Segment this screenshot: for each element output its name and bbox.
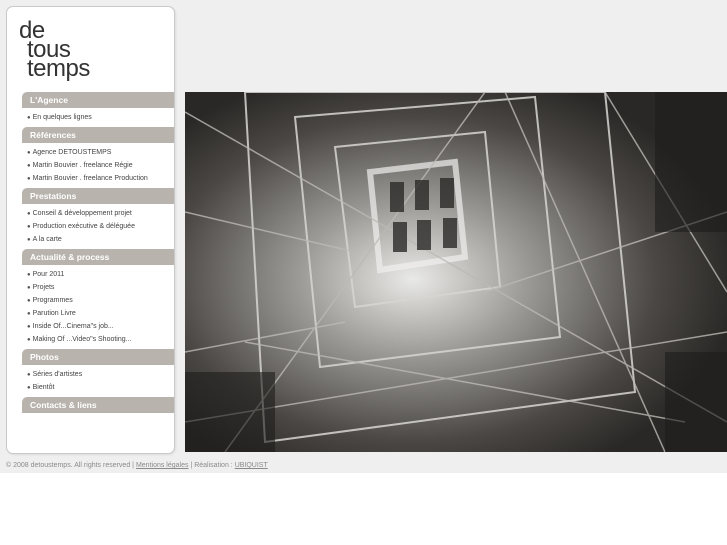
bullet-icon: ● [27, 150, 31, 156]
nav-section-header[interactable]: L'Agence [22, 92, 174, 108]
nav-item[interactable]: ● Projets [22, 281, 174, 294]
mentions-legales-link[interactable]: Mentions légales [136, 462, 189, 469]
nav-section-agence: L'Agence ● En quelques lignes [22, 92, 174, 127]
bullet-icon: ● [27, 337, 31, 343]
bullet-icon: ● [27, 211, 31, 217]
nav-section-header[interactable]: Références [22, 127, 174, 143]
hero-photo [185, 92, 727, 452]
bullet-icon: ● [27, 272, 31, 278]
nav-section-prestations: Prestations ● Conseil & développement pro… [22, 188, 174, 249]
nav-item[interactable]: ● En quelques lignes [22, 111, 174, 124]
nav-item[interactable]: ● Martin Bouvier . freelance Production [22, 172, 174, 185]
nav-section-photos: Photos ● Séries d'artistes ● Bientôt [22, 349, 174, 397]
bullet-icon: ● [27, 176, 31, 182]
nav-item[interactable]: ● Inside Of...Cinema"s job... [22, 320, 174, 333]
nav-section-actualite: Actualité & process ● Pour 2011 ● Projets … [22, 249, 174, 349]
nav-section-header[interactable]: Prestations [22, 188, 174, 204]
nav-item[interactable]: ● A la carte [22, 233, 174, 246]
nav-item[interactable]: ● Martin Bouvier . freelance Régie [22, 159, 174, 172]
main-nav: L'Agence ● En quelques lignes Références … [22, 92, 174, 415]
bullet-icon: ● [27, 224, 31, 230]
bullet-icon: ● [27, 115, 31, 121]
logo[interactable]: de tous temps [19, 19, 109, 91]
nav-item[interactable]: ● Making Of ...Video"s Shooting... [22, 333, 174, 346]
bullet-icon: ● [27, 285, 31, 291]
nav-section-references: Références ● Agence DETOUSTEMPS ● Martin B… [22, 127, 174, 188]
nav-item[interactable]: ● Séries d'artistes [22, 368, 174, 381]
nav-item[interactable]: ● Production exécutive & déléguée [22, 220, 174, 233]
copyright-text: © 2008 detoustemps. All rights reserved … [6, 462, 134, 469]
bullet-icon: ● [27, 298, 31, 304]
bullet-icon: ● [27, 324, 31, 330]
nav-item[interactable]: ● Agence DETOUSTEMPS [22, 146, 174, 159]
realisation-label: | Réalisation : [190, 462, 233, 469]
nav-section-contacts: Contacts & liens [22, 397, 174, 413]
nav-section-header[interactable]: Actualité & process [22, 249, 174, 265]
bullet-icon: ● [27, 163, 31, 169]
nav-item[interactable]: ● Programmes [22, 294, 174, 307]
logo-line-3: temps [27, 55, 90, 82]
bullet-icon: ● [27, 237, 31, 243]
nav-item[interactable]: ● Parution Livre [22, 307, 174, 320]
nav-item[interactable]: ● Bientôt [22, 381, 174, 394]
ubiquist-link[interactable]: UBIQUIST [235, 462, 268, 469]
footer: © 2008 detoustemps. All rights reserved … [6, 462, 268, 469]
nav-item[interactable]: ● Pour 2011 [22, 268, 174, 281]
scaffolding-photo-image [185, 92, 727, 452]
nav-section-header[interactable]: Contacts & liens [22, 397, 174, 413]
sidebar: de tous temps L'Agence ● En quelques lign… [6, 6, 175, 454]
bullet-icon: ● [27, 385, 31, 391]
nav-section-header[interactable]: Photos [22, 349, 174, 365]
bullet-icon: ● [27, 372, 31, 378]
nav-item[interactable]: ● Conseil & développement projet [22, 207, 174, 220]
bullet-icon: ● [27, 311, 31, 317]
